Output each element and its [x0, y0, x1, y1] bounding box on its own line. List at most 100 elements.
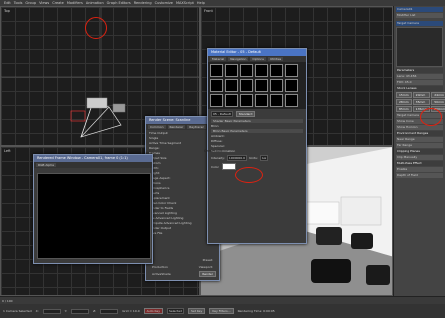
shader-dropdown[interactable]: Blinn — [211, 124, 303, 128]
clip-manually-checkbox[interactable]: Clip Manually — [396, 155, 443, 160]
modifier-stack[interactable] — [396, 27, 443, 67]
material-slot[interactable] — [240, 64, 253, 77]
menu-animation[interactable]: Animation — [86, 1, 104, 5]
render-option[interactable]: Height: — [149, 171, 216, 175]
viewport-label-top[interactable]: Top — [4, 9, 10, 13]
material-slot[interactable] — [240, 94, 253, 107]
tab-renderer[interactable]: Renderer — [167, 125, 186, 129]
menu-views[interactable]: Views — [39, 1, 49, 5]
menu-help[interactable]: Help — [197, 1, 205, 5]
parameters-rollout[interactable]: Parameters — [396, 68, 443, 73]
material-name-field[interactable]: 05 - Default — [211, 111, 233, 117]
render-option[interactable]: Compute Advanced Lighting — [149, 221, 216, 225]
menu-material[interactable]: Material — [210, 57, 227, 61]
material-slot[interactable] — [285, 79, 298, 92]
lens-20mm-button[interactable]: 20mm — [412, 92, 431, 98]
material-slot[interactable] — [270, 94, 283, 107]
viewport-label-left[interactable]: Left — [4, 149, 11, 153]
timeline[interactable]: 0 / 100 — [0, 296, 445, 304]
menu-navigation[interactable]: Navigation — [228, 57, 249, 61]
render-option[interactable]: Video Color Check — [149, 201, 216, 205]
lens-28mm-button[interactable]: 28mm — [396, 99, 412, 105]
render-option[interactable]: Render to Fields — [149, 206, 216, 210]
show-cone-checkbox[interactable]: Show Cone — [396, 119, 443, 124]
material-editor-titlebar[interactable]: Material Editor - 05 - Default — [208, 49, 306, 56]
multi-pass-type-dropdown[interactable]: Depth of Field — [396, 173, 443, 178]
menu-create[interactable]: Create — [52, 1, 64, 5]
material-slot[interactable] — [240, 79, 253, 92]
lens-200mm-button[interactable]: 200mm — [431, 106, 445, 112]
material-slot[interactable] — [270, 64, 283, 77]
tab-common[interactable]: Common — [148, 125, 166, 129]
render-option[interactable]: Custom — [149, 161, 216, 165]
lens-field[interactable]: Lens: 43.456 — [396, 74, 443, 79]
render-option[interactable]: Width: — [149, 166, 216, 170]
material-slot[interactable] — [285, 94, 298, 107]
far-range-field[interactable]: Far Range — [396, 143, 443, 148]
rendered-frame-titlebar[interactable]: Rendered Frame Window - Camera01, frame … — [34, 155, 152, 162]
material-slot[interactable] — [255, 79, 268, 92]
material-slot[interactable] — [225, 94, 238, 107]
menu-maxscript[interactable]: MAXScript — [176, 1, 194, 5]
menu-tools[interactable]: Tools — [14, 1, 23, 5]
lens-15mm-button[interactable]: 15mm — [396, 92, 412, 98]
render-option[interactable]: Single — [149, 136, 216, 140]
lens-24mm-button[interactable]: 24mm — [431, 92, 445, 98]
show-horizon-checkbox[interactable]: Show Horizon — [396, 125, 443, 130]
lens-85mm-button[interactable]: 85mm — [396, 106, 412, 112]
render-option[interactable]: Displacement — [149, 196, 216, 200]
basic-params-header[interactable]: Blinn Basic Parameters — [211, 129, 303, 133]
units-dropdown[interactable]: lux — [259, 155, 269, 161]
coord-x-field[interactable] — [42, 308, 61, 314]
key-filter-dropdown[interactable]: Selected — [166, 308, 184, 314]
color-swatch[interactable] — [221, 163, 236, 170]
material-slot[interactable] — [225, 79, 238, 92]
menu-modifiers[interactable]: Modifiers — [67, 1, 83, 5]
menu-edit[interactable]: Edit — [4, 1, 11, 5]
menu-options[interactable]: Options — [250, 57, 266, 61]
render-option[interactable]: Atmospherics — [149, 186, 216, 190]
material-slot[interactable] — [255, 64, 268, 77]
intensity-field[interactable]: 1000000.0 — [226, 155, 248, 161]
coord-z-field[interactable] — [100, 308, 119, 314]
modifier-stack-item[interactable]: Target Camera — [396, 21, 443, 26]
material-slot[interactable] — [285, 64, 298, 77]
menu-customize[interactable]: Customize — [155, 1, 173, 5]
material-slot[interactable] — [225, 64, 238, 77]
lens-50mm-button[interactable]: 50mm — [431, 99, 445, 105]
camera-type-dropdown[interactable]: Target Camera — [396, 113, 443, 118]
shader-params-header[interactable]: Shader Basic Parameters — [211, 119, 303, 123]
key-filters-button[interactable]: Key Filters... — [209, 308, 234, 314]
render-option[interactable]: Save File — [149, 231, 216, 235]
tab-raytracer[interactable]: Raytracer — [187, 125, 206, 129]
channel-dropdown[interactable]: RGB Alpha — [36, 163, 56, 167]
menu-group[interactable]: Group — [25, 1, 36, 5]
render-option[interactable]: Effects — [149, 191, 216, 195]
material-type-button[interactable]: Standard — [235, 111, 256, 117]
material-slot[interactable] — [210, 79, 223, 92]
viewport-label-camera[interactable]: Camera01 — [204, 149, 222, 153]
menu-graph-editors[interactable]: Graph Editors — [107, 1, 131, 5]
viewport-label-front[interactable]: Front — [204, 9, 213, 13]
render-option[interactable]: Active Time Segment — [149, 141, 216, 145]
render-button[interactable]: Render — [199, 271, 216, 277]
menu-rendering[interactable]: Rendering — [134, 1, 152, 5]
production-radio[interactable]: Production — [152, 265, 171, 269]
near-range-field[interactable]: Near Range — [396, 137, 443, 142]
material-slot[interactable] — [210, 94, 223, 107]
material-slot[interactable] — [270, 79, 283, 92]
activeshade-radio[interactable]: ActiveShade — [152, 272, 171, 276]
modifier-list-dropdown[interactable]: Modifier List — [396, 13, 443, 18]
render-option[interactable]: Use Advanced Lighting — [149, 216, 216, 220]
lens-135mm-button[interactable]: 135mm — [412, 106, 431, 112]
menu-utilities[interactable]: Utilities — [267, 57, 284, 61]
coord-y-field[interactable] — [71, 308, 90, 314]
material-slot[interactable] — [255, 94, 268, 107]
set-key-button[interactable]: Set Key — [187, 308, 206, 314]
multi-pass-enable-checkbox[interactable]: Enable — [396, 167, 443, 172]
object-name-field[interactable]: Camera01 — [396, 7, 443, 12]
lens-35mm-button[interactable]: 35mm — [412, 99, 431, 105]
auto-key-button[interactable]: Auto Key — [143, 308, 163, 314]
render-option[interactable]: Image Aspect: — [149, 176, 216, 180]
timeline-frame[interactable]: 0 / 100 — [2, 299, 13, 303]
